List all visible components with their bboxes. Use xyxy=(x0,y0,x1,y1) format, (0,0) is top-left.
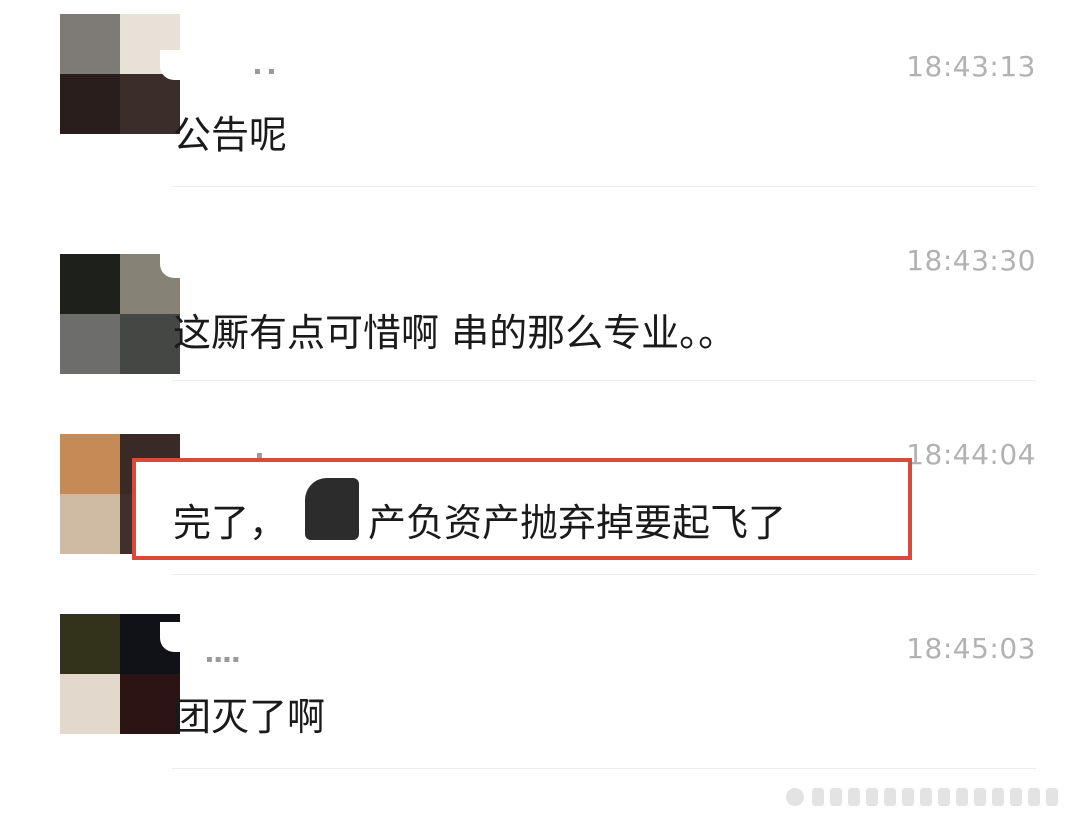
nickname-residue: ▪ ▪ xyxy=(254,66,277,77)
avatar-pixel xyxy=(60,494,120,554)
message-text-continued[interactable]: 产负资产抛弃掉要起飞了 xyxy=(368,492,786,547)
avatar-pixel xyxy=(120,74,180,134)
avatar-pixel xyxy=(60,314,120,374)
chat-message[interactable]: 18:43:30 这厮有点可惜啊 串的那么专业。。 xyxy=(0,194,1080,388)
message-divider xyxy=(172,574,1036,575)
nickname-mask xyxy=(160,248,310,278)
avatar-pixel xyxy=(60,74,120,134)
avatar-pixel xyxy=(120,314,180,374)
nickname-mask xyxy=(160,622,310,652)
avatar-pixel xyxy=(60,14,120,74)
message-time: 18:43:13 xyxy=(906,50,1036,83)
message-divider xyxy=(172,768,1036,769)
avatar-pixel xyxy=(60,614,120,674)
avatar-pixel xyxy=(60,674,120,734)
nickname-mask xyxy=(160,50,310,80)
avatar-pixel xyxy=(60,254,120,314)
avatar-pixel xyxy=(120,674,180,734)
avatar-pixel xyxy=(60,434,120,494)
message-time: 18:43:30 xyxy=(906,244,1036,277)
message-text[interactable]: 这厮有点可惜啊 串的那么专业。。 xyxy=(173,302,736,357)
message-time: 18:45:03 xyxy=(906,632,1036,665)
watermark-logo xyxy=(786,784,1066,810)
message-text[interactable]: 团灭了啊 xyxy=(173,686,325,741)
nickname-residue: ▪▪▪▪ xyxy=(206,654,242,665)
redaction-mark xyxy=(305,478,359,540)
message-text[interactable]: 公告呢 xyxy=(173,104,287,159)
message-divider xyxy=(172,380,1036,381)
message-divider xyxy=(172,186,1036,187)
chat-message[interactable]: ▪ ▪ 18:43:13 公告呢 xyxy=(0,0,1080,194)
message-text[interactable]: 完了， xyxy=(173,492,287,547)
message-time: 18:44:04 xyxy=(906,438,1036,471)
chat-message[interactable]: ▪▪▪▪ 18:45:03 团灭了啊 xyxy=(0,582,1080,776)
